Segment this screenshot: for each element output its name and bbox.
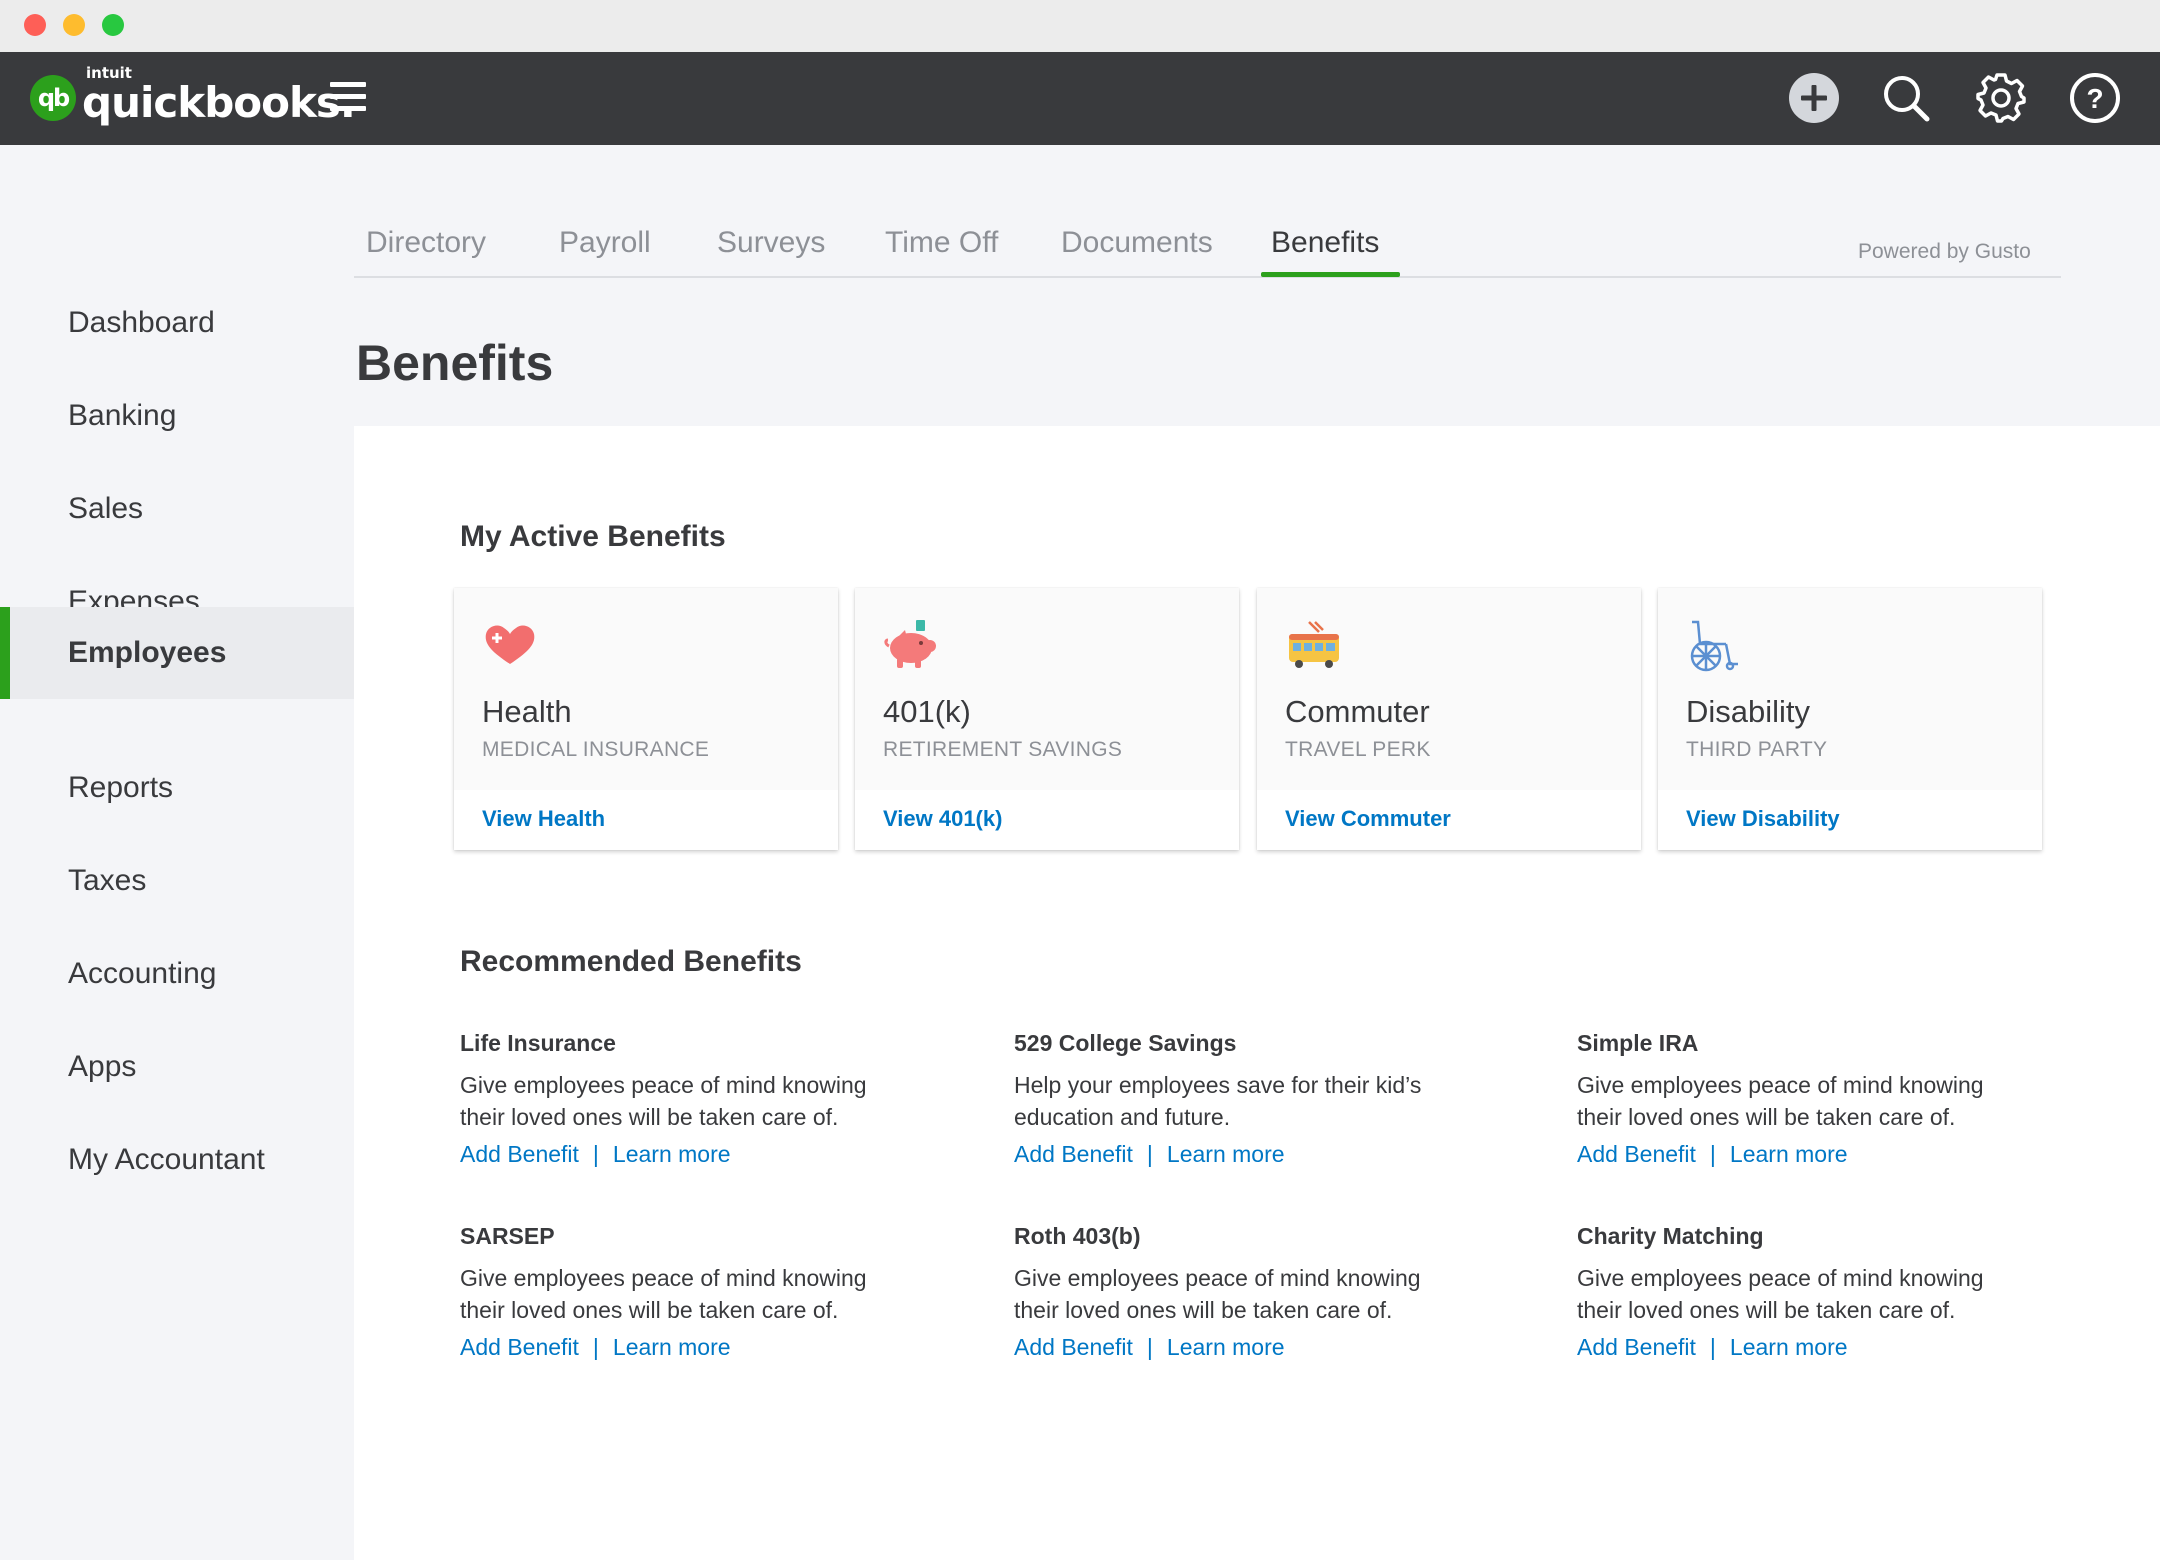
benefit-card-commuter: Commuter TRAVEL PERK View Commuter bbox=[1257, 588, 1641, 850]
link-separator: | bbox=[592, 1334, 599, 1360]
card-subtitle: RETIREMENT SAVINGS bbox=[883, 738, 1123, 761]
logo-wordmark: intuit quickbooks. bbox=[82, 64, 356, 127]
search-icon[interactable] bbox=[1879, 71, 1933, 125]
top-navigation-bar: qb intuit quickbooks. ? bbox=[0, 52, 2160, 145]
piggy-bank-icon bbox=[883, 618, 939, 674]
sidebar-item-dashboard[interactable]: Dashboard bbox=[0, 277, 354, 369]
card-title: Commuter bbox=[1285, 694, 1430, 729]
sidebar-item-reports[interactable]: Reports bbox=[0, 742, 354, 834]
benefit-description: Give employees peace of mind knowing thei… bbox=[1577, 1265, 1984, 1323]
tab-time-off[interactable]: Time Off bbox=[885, 226, 998, 260]
add-benefit-link[interactable]: Add Benefit bbox=[1577, 1141, 1696, 1167]
recommended-benefit-simple-ira: Simple IRA Give employees peace of mind … bbox=[1577, 1030, 2077, 1168]
recommended-benefits-heading: Recommended Benefits bbox=[460, 945, 802, 978]
benefit-description: Give employees peace of mind knowing thei… bbox=[1577, 1072, 1984, 1130]
tab-payroll[interactable]: Payroll bbox=[559, 226, 651, 260]
benefit-description: Give employees peace of mind knowing thei… bbox=[460, 1265, 867, 1323]
link-separator: | bbox=[1709, 1334, 1716, 1360]
add-benefit-link[interactable]: Add Benefit bbox=[1014, 1334, 1133, 1360]
add-benefit-link[interactable]: Add Benefit bbox=[1014, 1141, 1133, 1167]
employee-tabs: Directory Payroll Surveys Time Off Docum… bbox=[354, 212, 2061, 278]
view-disability-link[interactable]: View Disability bbox=[1686, 806, 1840, 832]
link-separator: | bbox=[1709, 1141, 1716, 1167]
wheelchair-icon bbox=[1686, 618, 1742, 674]
gear-icon[interactable] bbox=[1974, 71, 2028, 125]
tab-benefits[interactable]: Benefits bbox=[1271, 226, 1379, 260]
recommended-benefit-529-college-savings: 529 College Savings Help your employees … bbox=[1014, 1030, 1514, 1168]
benefit-card-disability: Disability THIRD PARTY View Disability bbox=[1658, 588, 2042, 850]
sidebar-item-banking[interactable]: Banking bbox=[0, 370, 354, 462]
active-benefits-heading: My Active Benefits bbox=[460, 520, 726, 553]
quickbooks-logo[interactable]: qb intuit quickbooks. bbox=[30, 64, 356, 127]
heart-icon bbox=[482, 618, 538, 674]
benefit-card-health: Health MEDICAL INSURANCE View Health bbox=[454, 588, 838, 850]
learn-more-link[interactable]: Learn more bbox=[613, 1334, 731, 1360]
sidebar: Dashboard Banking Sales Expenses Employe… bbox=[0, 145, 354, 1560]
benefit-card-401k: 401(k) RETIREMENT SAVINGS View 401(k) bbox=[855, 588, 1239, 850]
powered-by-gusto: Powered by Gusto bbox=[1858, 240, 2031, 263]
minimize-window-button[interactable] bbox=[63, 14, 85, 36]
add-benefit-link[interactable]: Add Benefit bbox=[460, 1334, 579, 1360]
intuit-label: intuit bbox=[86, 63, 132, 82]
card-title: Health bbox=[482, 694, 572, 729]
benefit-description: Help your employees save for their kid’s… bbox=[1014, 1072, 1422, 1130]
view-401k-link[interactable]: View 401(k) bbox=[883, 806, 1002, 832]
sidebar-item-sales[interactable]: Sales bbox=[0, 463, 354, 555]
add-benefit-link[interactable]: Add Benefit bbox=[460, 1141, 579, 1167]
sidebar-item-apps[interactable]: Apps bbox=[0, 1021, 354, 1113]
card-title: 401(k) bbox=[883, 694, 971, 729]
quickbooks-label: quickbooks. bbox=[82, 77, 356, 127]
sidebar-item-taxes[interactable]: Taxes bbox=[0, 835, 354, 927]
sidebar-item-accounting[interactable]: Accounting bbox=[0, 928, 354, 1020]
benefit-title: Simple IRA bbox=[1577, 1030, 1699, 1056]
benefit-title: Life Insurance bbox=[460, 1030, 616, 1056]
card-title: Disability bbox=[1686, 694, 1811, 729]
link-separator: | bbox=[1146, 1334, 1153, 1360]
page-title: Benefits bbox=[356, 335, 554, 391]
benefit-title: SARSEP bbox=[460, 1223, 555, 1249]
tab-directory[interactable]: Directory bbox=[366, 226, 486, 260]
benefit-title: 529 College Savings bbox=[1014, 1030, 1237, 1056]
card-subtitle: TRAVEL PERK bbox=[1285, 738, 1431, 761]
svg-text:?: ? bbox=[2086, 83, 2103, 114]
learn-more-link[interactable]: Learn more bbox=[1167, 1141, 1285, 1167]
window-titlebar bbox=[0, 0, 2160, 52]
plus-icon[interactable] bbox=[1787, 71, 1841, 125]
view-commuter-link[interactable]: View Commuter bbox=[1285, 806, 1451, 832]
trolley-icon bbox=[1285, 618, 1341, 674]
link-separator: | bbox=[592, 1141, 599, 1167]
recommended-benefit-roth-403b: Roth 403(b) Give employees peace of mind… bbox=[1014, 1223, 1514, 1361]
sidebar-item-employees[interactable]: Employees bbox=[0, 607, 354, 699]
view-health-link[interactable]: View Health bbox=[482, 806, 605, 832]
close-window-button[interactable] bbox=[24, 14, 46, 36]
benefit-title: Charity Matching bbox=[1577, 1223, 1764, 1249]
active-tab-indicator bbox=[1261, 272, 1400, 277]
recommended-benefit-charity-matching: Charity Matching Give employees peace of… bbox=[1577, 1223, 2077, 1361]
hamburger-menu-icon[interactable] bbox=[330, 82, 366, 114]
maximize-window-button[interactable] bbox=[102, 14, 124, 36]
learn-more-link[interactable]: Learn more bbox=[1730, 1334, 1848, 1360]
benefit-description: Give employees peace of mind knowing thei… bbox=[1014, 1265, 1421, 1323]
tab-documents[interactable]: Documents bbox=[1061, 226, 1213, 260]
qb-logo-icon: qb bbox=[30, 75, 76, 121]
recommended-benefit-sarsep: SARSEP Give employees peace of mind know… bbox=[460, 1223, 960, 1361]
card-subtitle: THIRD PARTY bbox=[1686, 738, 1828, 761]
learn-more-link[interactable]: Learn more bbox=[1167, 1334, 1285, 1360]
link-separator: | bbox=[1146, 1141, 1153, 1167]
recommended-benefit-life-insurance: Life Insurance Give employees peace of m… bbox=[460, 1030, 960, 1168]
benefit-title: Roth 403(b) bbox=[1014, 1223, 1141, 1249]
card-subtitle: MEDICAL INSURANCE bbox=[482, 738, 710, 761]
tab-surveys[interactable]: Surveys bbox=[717, 226, 825, 260]
sidebar-item-my-accountant[interactable]: My Accountant bbox=[0, 1114, 354, 1206]
add-benefit-link[interactable]: Add Benefit bbox=[1577, 1334, 1696, 1360]
learn-more-link[interactable]: Learn more bbox=[613, 1141, 731, 1167]
help-icon[interactable]: ? bbox=[2068, 71, 2122, 125]
benefit-description: Give employees peace of mind knowing thei… bbox=[460, 1072, 867, 1130]
learn-more-link[interactable]: Learn more bbox=[1730, 1141, 1848, 1167]
